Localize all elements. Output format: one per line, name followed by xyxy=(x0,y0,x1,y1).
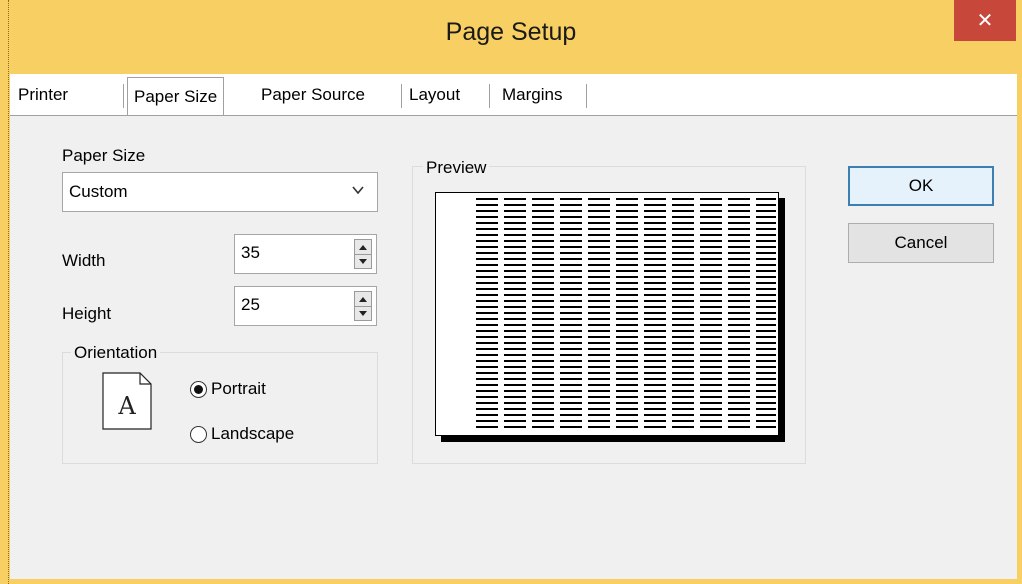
paper-size-value: Custom xyxy=(69,182,128,201)
tab-separator xyxy=(401,84,402,108)
width-spin-buttons xyxy=(354,239,372,269)
landscape-radio-button[interactable] xyxy=(190,425,207,443)
preview-group-title: Preview xyxy=(423,158,490,178)
window-edge-dots xyxy=(8,0,9,584)
height-label: Height xyxy=(62,304,112,323)
portrait-radio-button[interactable] xyxy=(190,380,207,398)
landscape-label: Landscape xyxy=(211,424,295,443)
tab-separator xyxy=(123,84,124,108)
portrait-radio[interactable]: Portrait xyxy=(190,379,266,399)
page-preview xyxy=(435,192,779,436)
landscape-radio[interactable]: Landscape xyxy=(190,424,294,444)
title-bar[interactable]: Page Setup ✕ xyxy=(0,0,1022,74)
height-value: 25 xyxy=(241,295,260,314)
ok-button[interactable]: OK xyxy=(848,166,994,206)
paper-size-select[interactable]: Custom xyxy=(62,172,378,212)
triangle-up-icon xyxy=(359,244,367,250)
preview-text-lines xyxy=(476,198,776,428)
portrait-label: Portrait xyxy=(211,379,266,398)
tab-separator xyxy=(586,84,587,108)
paper-size-label: Paper Size xyxy=(62,146,146,165)
tab-printer[interactable]: Printer xyxy=(18,80,68,110)
chevron-down-icon[interactable] xyxy=(351,183,365,197)
height-decrement-button[interactable] xyxy=(355,306,371,320)
page-setup-window: Page Setup ✕ Printer Paper Size Paper So… xyxy=(0,0,1022,584)
tab-bar: Printer Paper Size Paper Source Layout M… xyxy=(10,74,1017,116)
cancel-button[interactable]: Cancel xyxy=(848,223,994,263)
close-icon: ✕ xyxy=(976,10,994,32)
tab-separator xyxy=(489,84,490,108)
width-label: Width xyxy=(62,251,106,270)
dialog-client-area: Printer Paper Size Paper Source Layout M… xyxy=(10,74,1017,579)
height-spin-buttons xyxy=(354,291,372,321)
triangle-down-icon xyxy=(359,310,367,316)
width-increment-button[interactable] xyxy=(355,240,371,255)
tab-paper-source[interactable]: Paper Source xyxy=(261,80,365,110)
width-decrement-button[interactable] xyxy=(355,254,371,268)
close-button[interactable]: ✕ xyxy=(954,0,1016,41)
window-title: Page Setup xyxy=(445,18,577,46)
width-value: 35 xyxy=(241,243,260,262)
height-spinner[interactable]: 25 xyxy=(234,286,377,326)
portrait-page-icon: A xyxy=(102,372,152,430)
tab-margins[interactable]: Margins xyxy=(502,80,562,110)
tab-layout[interactable]: Layout xyxy=(409,80,460,110)
paper-size-page: Paper Size Custom Width 35 Height 25 Ori… xyxy=(10,116,1017,579)
width-spinner[interactable]: 35 xyxy=(234,234,377,274)
tab-paper-size[interactable]: Paper Size xyxy=(127,77,225,115)
triangle-down-icon xyxy=(359,258,367,264)
orientation-group-title: Orientation xyxy=(71,343,161,363)
svg-text:A: A xyxy=(117,392,136,420)
height-increment-button[interactable] xyxy=(355,292,371,307)
triangle-up-icon xyxy=(359,296,367,302)
